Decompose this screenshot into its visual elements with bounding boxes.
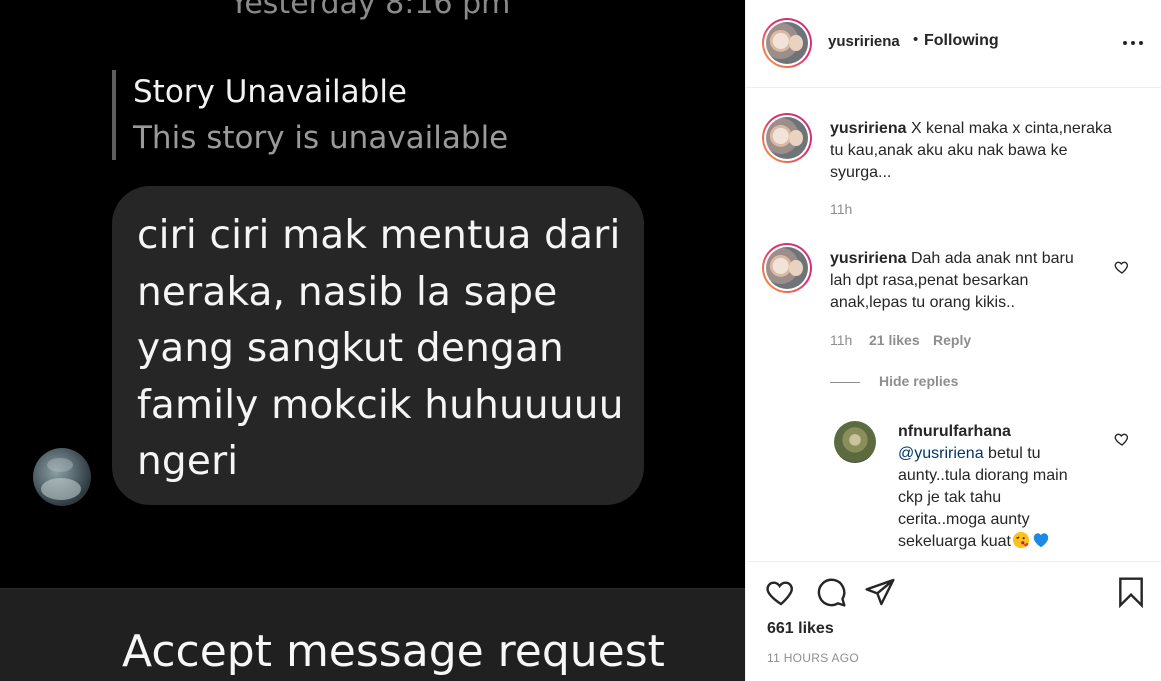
message-line: yang sangkut dengan — [137, 326, 564, 371]
reply-username[interactable]: nfnurulfarhana — [898, 423, 1011, 440]
message-timestamp: Yesterday 8:16 pm — [230, 0, 511, 21]
message-text: ciri ciri mak mentua dari neraka, nasib … — [137, 208, 624, 491]
message-bubble: ciri ciri mak mentua dari neraka, nasib … — [112, 186, 644, 505]
caption-time[interactable]: 11h — [830, 201, 852, 217]
reply-like-heart-icon[interactable] — [1114, 431, 1130, 447]
author-username[interactable]: yusririena — [828, 33, 900, 50]
post-panel: yusririena • Following yusririena X kena… — [745, 0, 1161, 681]
sender-avatar — [33, 448, 91, 506]
blue-heart-emoji-icon — [1033, 533, 1049, 548]
comment-text: yusririena Dah ada anak nnt baru lah dpt… — [830, 248, 1110, 314]
reply-line: sekeluarga kuat — [898, 533, 1011, 550]
comment-bubble-icon[interactable] — [815, 576, 847, 608]
story-quote-bar — [112, 70, 116, 160]
kissing-face-emoji-icon — [1012, 531, 1030, 549]
message-line: family mokcik huhuuuuu — [137, 382, 624, 428]
caption-line: X kenal maka x cinta,neraka — [910, 120, 1112, 137]
reply-line: ckp je tak tahu — [898, 489, 1002, 506]
comment-username[interactable]: yusririena — [830, 250, 906, 267]
post-actions: 661 likes 11 HOURS AGO — [746, 561, 1161, 681]
comment-time[interactable]: 11h — [830, 332, 852, 348]
reply-mention[interactable]: @yusririena — [898, 445, 984, 462]
caption-avatar[interactable] — [762, 113, 812, 163]
comment-line: Dah ada anak nnt baru — [910, 250, 1074, 267]
post-image: Yesterday 8:16 pm Story Unavailable This… — [0, 0, 745, 681]
reply-text: nfnurulfarhana @yusririena betul tu aunt… — [898, 421, 1108, 553]
comment-line: anak,lepas tu orang kikis.. — [830, 294, 1015, 311]
caption-line: tu kau,anak aku aku nak bawa ke — [830, 142, 1068, 159]
reply-line: aunty..tula diorang main — [898, 467, 1068, 484]
post-time-ago[interactable]: 11 HOURS AGO — [767, 651, 859, 665]
comment-line: lah dpt rasa,penat besarkan — [830, 272, 1029, 289]
caption-line: syurga... — [830, 164, 892, 181]
post-header: yusririena • Following — [746, 0, 1161, 88]
hide-replies-button[interactable]: Hide replies — [879, 373, 958, 389]
comment-avatar[interactable] — [762, 243, 812, 293]
save-bookmark-icon[interactable] — [1115, 576, 1147, 608]
post-like-count[interactable]: 661 likes — [767, 620, 834, 638]
reply-line: betul tu — [983, 445, 1041, 462]
story-title: Story Unavailable — [133, 74, 408, 110]
reply-button[interactable]: Reply — [933, 332, 971, 348]
hide-replies-line — [830, 382, 860, 383]
following-button[interactable]: Following — [924, 32, 999, 50]
comment-like-heart-icon[interactable] — [1114, 259, 1130, 275]
reply-line: cerita..moga aunty — [898, 511, 1030, 528]
author-avatar[interactable] — [762, 18, 812, 68]
like-heart-icon[interactable] — [765, 576, 797, 608]
separator-dot: • — [913, 31, 919, 48]
caption-username[interactable]: yusririena — [830, 120, 906, 137]
message-line: neraka, nasib la sape — [137, 269, 558, 315]
share-send-icon[interactable] — [864, 576, 896, 608]
message-line: ciri ciri mak mentua dari — [137, 213, 621, 258]
story-subtitle: This story is unavailable — [133, 120, 509, 156]
reply-avatar[interactable] — [834, 421, 876, 463]
accept-message-request-label: Accept message request — [122, 626, 665, 677]
message-line: ngeri — [137, 439, 239, 484]
comment-likes[interactable]: 21 likes — [869, 332, 920, 348]
more-options-icon[interactable] — [1123, 34, 1147, 52]
caption-text: yusririena X kenal maka x cinta,neraka t… — [830, 118, 1140, 184]
comments-section: yusririena X kenal maka x cinta,neraka t… — [746, 89, 1161, 561]
